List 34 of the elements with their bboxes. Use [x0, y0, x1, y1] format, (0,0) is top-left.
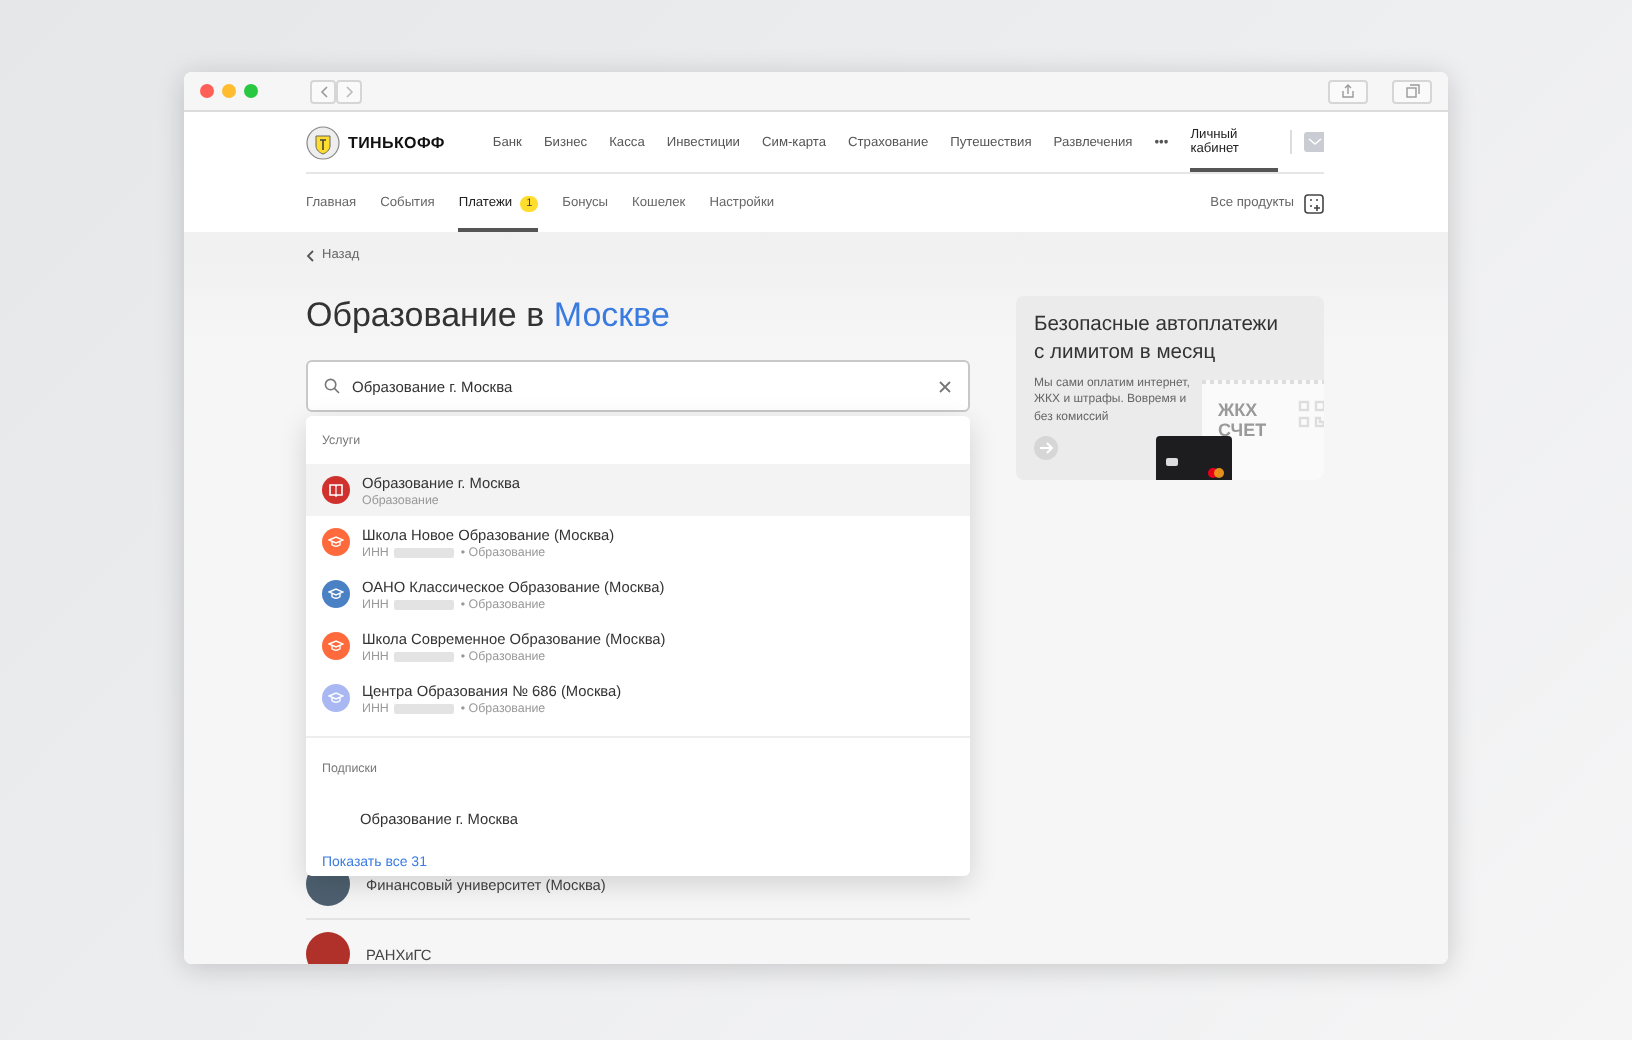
graduation-cap-icon — [328, 638, 344, 654]
chevron-left-icon — [306, 249, 314, 261]
graduation-cap-icon — [328, 534, 344, 550]
promo-title: Безопасные автоплатежи с лимитом в месяц — [1032, 312, 1280, 368]
graduation-cap-icon — [328, 586, 344, 602]
organization-logo — [306, 932, 350, 964]
search-icon — [324, 378, 340, 394]
book-icon — [328, 482, 344, 498]
redacted-block — [394, 651, 455, 661]
clear-icon[interactable] — [938, 379, 952, 393]
forward-button[interactable] — [336, 79, 362, 103]
redacted-block — [394, 703, 455, 713]
minimize-icon[interactable] — [222, 84, 236, 98]
brand-logo-text: ТИНЬКОФФ — [348, 133, 445, 151]
tabs-icon — [1405, 84, 1419, 98]
coat-of-arms-logo-icon — [306, 125, 340, 159]
share-button[interactable] — [1328, 79, 1368, 103]
chevron-left-icon — [319, 85, 327, 97]
mastercard-icon — [1208, 468, 1224, 478]
back-button[interactable] — [310, 79, 336, 103]
grid-plus-icon[interactable] — [1304, 193, 1324, 213]
tabs-button[interactable] — [1392, 79, 1432, 103]
redacted-block — [394, 547, 455, 557]
maximize-icon[interactable] — [244, 84, 258, 98]
page-heading: Образование в Москве — [306, 296, 672, 336]
arrow-right-icon[interactable] — [1034, 436, 1058, 460]
share-icon — [1342, 84, 1354, 98]
card-chip-icon — [1166, 458, 1178, 466]
chevron-right-icon — [345, 85, 353, 97]
close-icon[interactable] — [200, 84, 214, 98]
qr-code-icon — [1298, 400, 1324, 428]
graduation-cap-icon — [328, 690, 344, 706]
redacted-block — [394, 599, 455, 609]
envelope-icon[interactable] — [1304, 132, 1324, 152]
